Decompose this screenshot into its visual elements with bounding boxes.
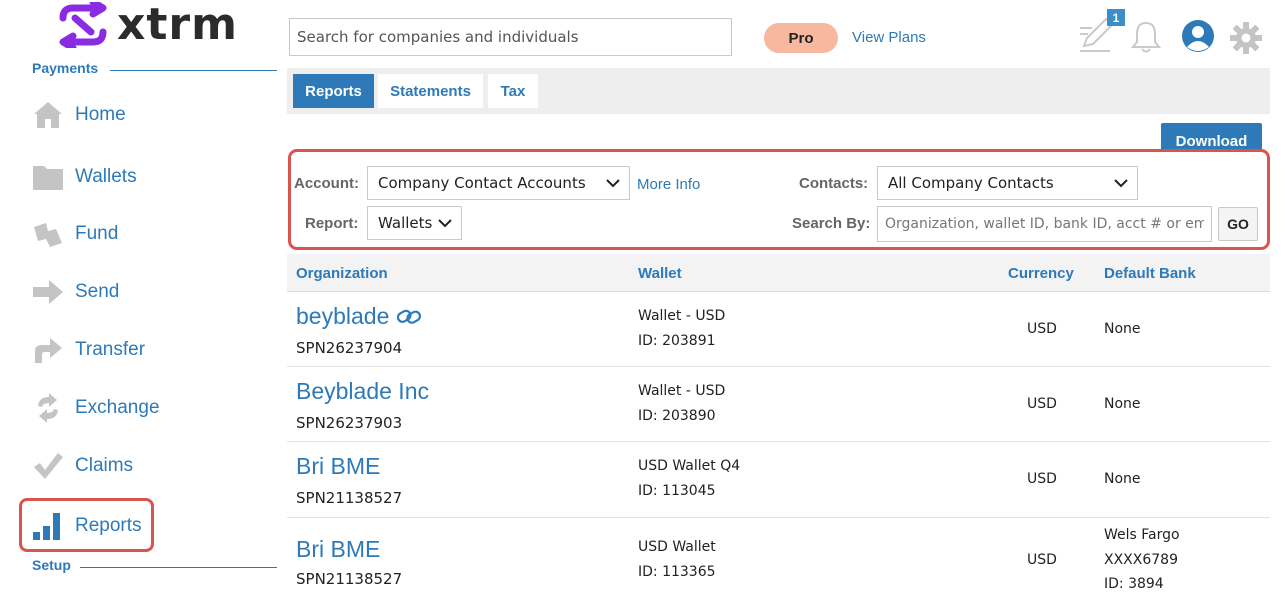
sidebar-item-claims[interactable]: Claims (32, 446, 133, 486)
organization-name: Bri BME (296, 453, 381, 479)
xtrm-logo-icon (59, 2, 107, 48)
sidebar-item-fund[interactable]: Fund (32, 214, 118, 254)
transfer-arrow-icon (32, 334, 64, 366)
organization-name: Beyblade Inc (296, 378, 429, 404)
fund-arrow-icon (32, 218, 64, 250)
contacts-select[interactable]: All Company Contacts (877, 166, 1138, 200)
sidebar-item-home[interactable]: Home (32, 95, 126, 135)
global-search-input[interactable] (289, 18, 732, 56)
default-bank: None (1104, 471, 1141, 487)
notification-count-badge: 1 (1107, 9, 1125, 26)
organization-link[interactable]: Beyblade Inc (296, 378, 429, 405)
organization-name: beyblade (296, 303, 390, 329)
bell-icon[interactable] (1131, 20, 1161, 54)
sidebar-item-label: Claims (75, 455, 134, 476)
sidebar-item-send[interactable]: Send (32, 272, 119, 312)
default-bank: None (1104, 396, 1141, 412)
organization-id: SPN26237904 (296, 339, 403, 357)
contacts-label: Contacts: (799, 175, 869, 192)
payments-section-title: Payments (32, 60, 99, 76)
sidebar-item-wallets[interactable]: Wallets (32, 157, 137, 197)
table-header: Organization Wallet Currency Default Ban… (287, 254, 1270, 292)
chevron-down-icon (1114, 179, 1128, 188)
reports-highlight-box (19, 498, 154, 552)
search-by-input[interactable] (877, 206, 1212, 242)
go-button[interactable]: GO (1218, 207, 1258, 241)
wallet-id: ID: 113365 (638, 564, 716, 580)
column-header-wallet[interactable]: Wallet (638, 265, 682, 282)
organization-link[interactable]: beyblade (296, 303, 422, 330)
home-icon (32, 99, 64, 131)
sidebar-item-exchange[interactable]: Exchange (32, 388, 160, 428)
wallet-id: ID: 203891 (638, 333, 716, 349)
chevron-down-icon (606, 179, 620, 188)
currency-value: USD (1027, 471, 1057, 487)
report-filter-panel: Account: Company Contact Accounts More I… (288, 149, 1270, 250)
table-row: Bri BME SPN21138527 USD Wallet Q4 ID: 11… (287, 442, 1270, 518)
xtrm-logo[interactable]: xtrm (57, 2, 238, 48)
link-icon (397, 309, 422, 324)
folder-icon (32, 161, 64, 193)
currency-value: USD (1027, 552, 1057, 568)
tab-tax[interactable]: Tax (488, 74, 538, 108)
wallet-id: ID: 113045 (638, 483, 716, 499)
gear-icon[interactable] (1229, 21, 1263, 55)
report-tabs-bar: Reports Statements Tax (287, 68, 1270, 114)
tab-statements[interactable]: Statements (378, 74, 483, 108)
sidebar-item-label: Exchange (75, 397, 160, 418)
organization-id: SPN21138527 (296, 570, 403, 588)
sidebar-item-label: Fund (75, 223, 119, 244)
search-by-label: Search By: (792, 215, 871, 232)
table-row: Beyblade Inc SPN26237903 Wallet - USD ID… (287, 367, 1270, 442)
default-bank-id: ID: 3894 (1104, 576, 1164, 592)
table-row: Bri BME SPN21138527 USD Wallet ID: 11336… (287, 518, 1270, 600)
report-select-value: Wallets (378, 214, 433, 232)
organization-id: SPN26237903 (296, 414, 403, 432)
report-select[interactable]: Wallets (367, 206, 462, 240)
sidebar-item-label: Send (75, 281, 120, 302)
wallet-name: USD Wallet (638, 539, 716, 555)
sidebar-item-label: Transfer (75, 339, 146, 360)
column-header-organization[interactable]: Organization (296, 265, 388, 282)
more-info-link[interactable]: More Info (637, 176, 700, 193)
sidebar-item-label: Wallets (75, 166, 137, 187)
column-header-currency[interactable]: Currency (1008, 265, 1074, 282)
sidebar: xtrm Payments Home Wallets Fund Send Tra… (0, 0, 285, 600)
view-plans-link[interactable]: View Plans (852, 29, 926, 46)
wallet-name: Wallet - USD (638, 383, 726, 399)
organization-link[interactable]: Bri BME (296, 453, 380, 480)
default-bank: None (1104, 321, 1141, 337)
column-header-default-bank[interactable]: Default Bank (1104, 265, 1196, 282)
sidebar-item-transfer[interactable]: Transfer (32, 330, 145, 370)
setup-section-title: Setup (32, 557, 71, 573)
setup-divider (80, 567, 277, 568)
organization-name: Bri BME (296, 536, 381, 562)
organization-link[interactable]: Bri BME (296, 536, 380, 563)
wallet-id: ID: 203890 (638, 408, 716, 424)
logo-text: xtrm (117, 0, 238, 50)
account-select-value: Company Contact Accounts (378, 174, 586, 192)
sidebar-item-label: Home (75, 104, 126, 125)
wallet-name: Wallet - USD (638, 308, 726, 324)
wallet-name: USD Wallet Q4 (638, 458, 741, 474)
currency-value: USD (1027, 396, 1057, 412)
send-arrow-icon (32, 276, 64, 308)
checkmark-icon (32, 450, 64, 482)
contacts-select-value: All Company Contacts (888, 174, 1054, 192)
organization-id: SPN21138527 (296, 489, 403, 507)
tab-reports[interactable]: Reports (293, 74, 374, 108)
payments-divider (110, 70, 277, 71)
exchange-icon (32, 392, 64, 424)
chevron-down-icon (438, 219, 452, 228)
default-bank-name: Wels Fargo (1104, 527, 1180, 543)
account-label: Account: (294, 175, 359, 192)
default-bank-account: XXXX6789 (1104, 552, 1178, 568)
account-select[interactable]: Company Contact Accounts (367, 166, 630, 200)
pro-plan-badge[interactable]: Pro (764, 23, 838, 53)
currency-value: USD (1027, 321, 1057, 337)
user-avatar-icon[interactable] (1181, 19, 1215, 53)
report-label: Report: (305, 215, 359, 232)
table-row: beyblade SPN26237904 Wallet - USD ID: 20… (287, 292, 1270, 367)
